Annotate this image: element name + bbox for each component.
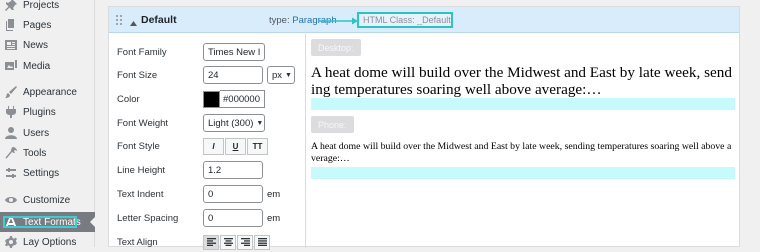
text-align-row: Text Align [117, 232, 302, 252]
sidebar-item-label: Tools [23, 147, 47, 159]
sidebar-item-label: Media [23, 60, 51, 72]
align-justify-icon[interactable] [254, 234, 270, 250]
line-height-row: Line Height 1.2 [117, 160, 302, 180]
font-size-input[interactable]: 24 [203, 66, 263, 84]
gear-icon [5, 236, 17, 248]
format-settings: Font Family Times New I▼ Font Size 24 px… [109, 34, 306, 250]
pages-icon [5, 19, 17, 31]
chevron-down-icon: ▼ [285, 71, 292, 79]
sidebar-item-label: Settings [23, 167, 60, 179]
format-header: Default type: Paragraph HTML Class: _Def… [109, 7, 739, 33]
color-row: Color #000000 [117, 89, 302, 109]
type-prefix: type: [269, 15, 290, 26]
sidebar-item-customize[interactable]: Customize [0, 190, 95, 210]
text-indent-label: Text Indent [117, 188, 164, 200]
font-weight-value: Light (300) [208, 117, 254, 129]
desktop-preview-highlight [311, 98, 735, 110]
drag-handle-icon[interactable] [116, 15, 122, 28]
italic-button[interactable]: I [203, 137, 224, 155]
sidebar-item-media[interactable]: Media [0, 56, 95, 76]
sidebar-item-text-formats[interactable]: Text Formats [0, 212, 96, 232]
font-size-unit-select[interactable]: px ▼ [267, 66, 295, 84]
html-class-label: HTML Class: _Default [357, 12, 453, 28]
font-style-label: Font Style [117, 140, 160, 152]
font-size-label: Font Size [117, 69, 158, 81]
font-weight-select[interactable]: Light (300) ▼ [203, 114, 265, 132]
annotation-arrow [319, 16, 359, 28]
text-align-label: Text Align [117, 236, 158, 248]
letter-spacing-label: Letter Spacing [117, 212, 179, 224]
sidebar-item-tools[interactable]: Tools [0, 143, 95, 163]
admin-sidebar: Projects Pages News Media Appearance Plu… [0, 0, 96, 248]
letter-spacing-row: Letter Spacing 0 em [117, 208, 302, 228]
font-family-row: Font Family Times New I▼ [117, 42, 302, 62]
color-swatch[interactable] [203, 90, 220, 108]
chevron-down-icon: ▼ [256, 119, 264, 127]
eye-icon [5, 194, 17, 206]
text-format-icon [5, 216, 17, 228]
align-center-icon[interactable] [220, 234, 236, 250]
underline-button[interactable]: U [225, 137, 246, 155]
font-size-row: Font Size 24 px ▼ [117, 65, 302, 85]
format-name: Default [141, 14, 177, 26]
phone-preview-highlight [311, 167, 735, 179]
font-style-row: Font Style I U TT [117, 136, 302, 156]
font-weight-label: Font Weight [117, 117, 169, 129]
pin-icon [5, 0, 17, 11]
sidebar-item-settings[interactable]: Settings [0, 163, 95, 183]
format-preview: Desktop: A heat dome will build over the… [307, 34, 739, 248]
letter-spacing-unit: em [267, 212, 281, 224]
text-indent-unit: em [267, 188, 281, 200]
sidebar-item-news[interactable]: News [0, 35, 95, 55]
user-icon [5, 127, 17, 139]
wrench-icon [5, 147, 17, 159]
chevron-down-icon: ▼ [263, 49, 264, 56]
font-family-label: Font Family [117, 46, 167, 58]
text-indent-input[interactable]: 0 [203, 185, 263, 203]
text-indent-row: Text Indent 0 em [117, 184, 302, 204]
font-size-unit: px [272, 69, 283, 81]
news-icon [5, 39, 17, 51]
sidebar-item-label: Pages [23, 19, 52, 31]
desktop-preview-text: A heat dome will build over the Midwest … [311, 64, 732, 98]
settings-icon [5, 167, 17, 179]
letter-spacing-input[interactable]: 0 [203, 209, 263, 227]
active-indicator [90, 216, 96, 228]
sidebar-item-lay-options[interactable]: Lay Options [0, 232, 95, 252]
color-hex-input[interactable]: #000000 [220, 90, 265, 108]
line-height-input[interactable]: 1.2 [203, 161, 263, 179]
line-height-label: Line Height [117, 164, 166, 176]
phone-label: Phone: [311, 116, 354, 133]
sidebar-item-label: Customize [23, 194, 71, 206]
text-format-panel: Default type: Paragraph HTML Class: _Def… [108, 6, 740, 250]
align-left-icon[interactable] [203, 234, 219, 250]
desktop-label: Desktop: [311, 39, 361, 56]
font-weight-row: Font Weight Light (300) ▼ [117, 113, 302, 133]
sidebar-item-label: News [23, 39, 49, 51]
align-right-icon[interactable] [237, 234, 253, 250]
collapse-triangle-icon[interactable] [130, 17, 137, 29]
phone-preview-text: A heat dome will build over the Midwest … [311, 141, 732, 164]
uppercase-button[interactable]: TT [247, 137, 268, 155]
color-label: Color [117, 93, 140, 105]
sidebar-item-projects[interactable]: Projects [0, 0, 95, 15]
sidebar-item-label: Projects [23, 0, 60, 11]
sidebar-item-label: Appearance [23, 86, 77, 98]
sidebar-item-label: Plugins [23, 106, 56, 118]
sidebar-item-label: Users [23, 127, 50, 139]
sidebar-item-users[interactable]: Users [0, 123, 95, 143]
sidebar-item-pages[interactable]: Pages [0, 15, 95, 35]
sidebar-item-plugins[interactable]: Plugins [0, 102, 95, 122]
media-icon [5, 60, 17, 72]
font-family-value: Times New I [208, 46, 261, 58]
sidebar-item-label: Text Formats [23, 216, 81, 228]
font-family-select[interactable]: Times New I▼ [203, 43, 265, 61]
brush-icon [5, 86, 17, 98]
sidebar-item-appearance[interactable]: Appearance [0, 82, 95, 102]
sidebar-item-label: Lay Options [23, 236, 77, 248]
plugin-icon [5, 106, 17, 118]
